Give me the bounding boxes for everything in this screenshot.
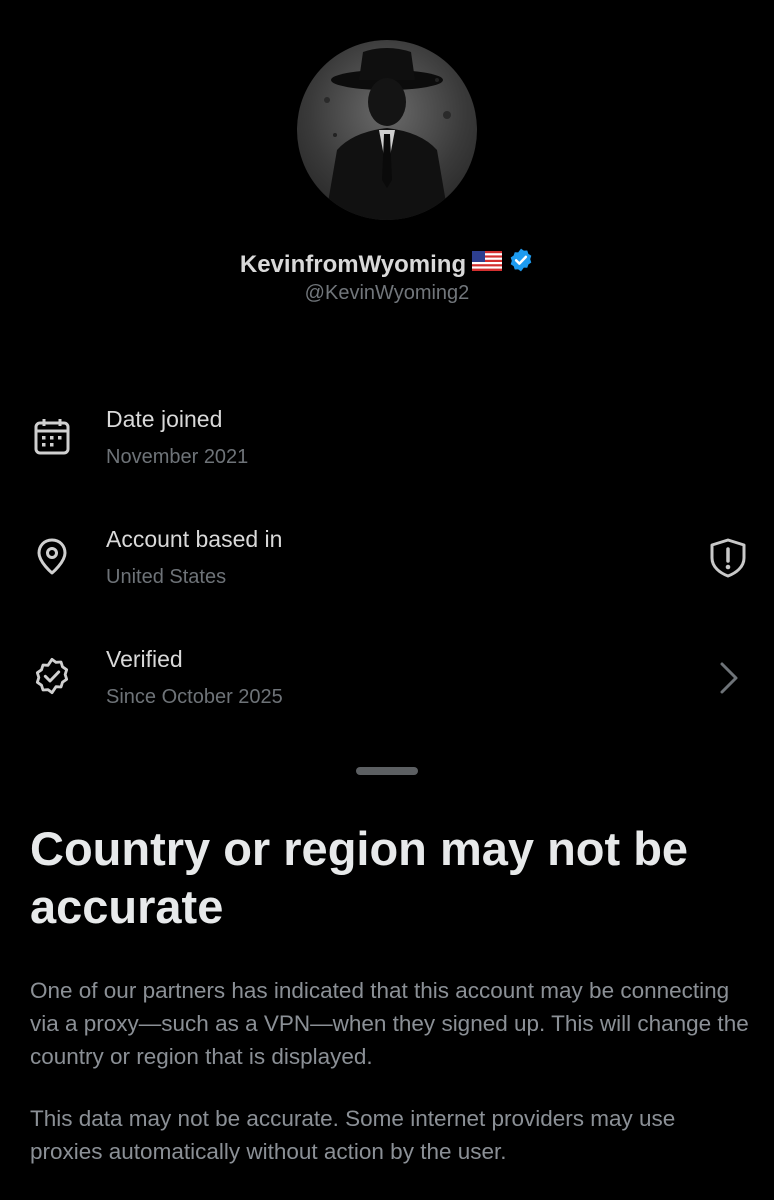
shield-alert-icon[interactable] [706, 536, 750, 580]
info-row-account-based-in: Account based in United States [0, 522, 774, 602]
info-row-date-joined: Date joined November 2021 [0, 402, 774, 482]
verified-outline-icon [32, 656, 72, 696]
profile-avatar[interactable] [297, 40, 477, 220]
us-flag-icon [472, 249, 503, 279]
sheet-drag-handle[interactable] [356, 767, 418, 775]
info-row-title: Account based in [106, 526, 283, 552]
info-row-value: November 2021 [106, 446, 249, 468]
info-row-title: Date joined [106, 406, 223, 432]
info-row-verified[interactable]: Verified Since October 2025 [0, 642, 774, 722]
profile-handle: @KevinWyoming2 [304, 282, 470, 304]
info-row-title: Verified [106, 646, 183, 672]
info-row-value: United States [106, 566, 227, 588]
calendar-icon [32, 416, 72, 456]
sheet-paragraph-2: This data may not be accurate. Some inte… [30, 1106, 676, 1164]
info-row-value: Since October 2025 [106, 686, 283, 708]
sheet-title: Country or region may not be accurate [30, 822, 689, 933]
display-name-row: KevinfromWyoming [0, 247, 774, 281]
display-name: KevinfromWyoming [239, 251, 467, 278]
avatar-image [324, 48, 451, 220]
chevron-right-icon[interactable] [706, 656, 750, 700]
location-pin-icon [32, 536, 72, 576]
sheet-paragraph-1: One of our partners has indicated that t… [30, 978, 749, 1069]
verified-badge-icon[interactable] [508, 247, 534, 281]
